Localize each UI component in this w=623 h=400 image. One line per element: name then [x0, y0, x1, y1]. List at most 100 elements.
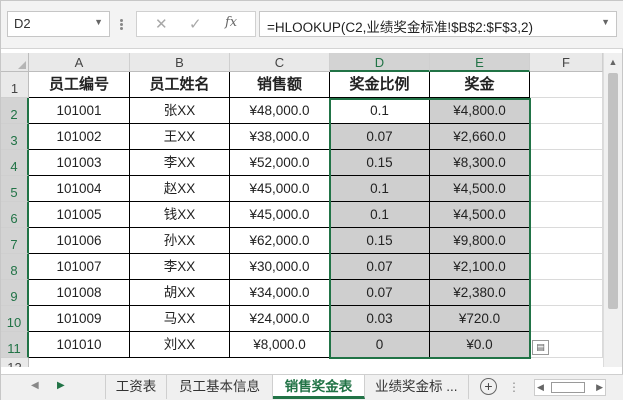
table-cell[interactable]: 王XX: [130, 124, 230, 150]
tab-payroll[interactable]: 工资表: [105, 375, 167, 399]
scroll-thumb[interactable]: [551, 382, 585, 393]
table-cell[interactable]: ¥2,660.0: [430, 124, 530, 150]
tab-performance-bonus[interactable]: 业绩奖金标 ...: [365, 375, 469, 399]
select-all-corner[interactable]: [1, 53, 29, 72]
table-cell[interactable]: 0: [330, 332, 430, 358]
empty-cell[interactable]: [530, 150, 603, 176]
enter-icon[interactable]: ✓: [189, 15, 202, 33]
insert-function-icon[interactable]: fx: [225, 15, 237, 30]
tab-split-handle[interactable]: ⋮: [508, 380, 520, 394]
row-header-2[interactable]: 2: [1, 98, 29, 124]
table-cell[interactable]: 0.15: [330, 228, 430, 254]
empty-cell[interactable]: [530, 254, 603, 280]
table-cell[interactable]: 刘XX: [130, 332, 230, 358]
quick-analysis-icon[interactable]: ▤: [532, 340, 549, 355]
header-cell[interactable]: 销售额: [230, 72, 330, 98]
table-cell[interactable]: ¥4,800.0: [430, 98, 530, 124]
empty-cell[interactable]: [530, 280, 603, 306]
table-cell[interactable]: 101009: [29, 306, 130, 332]
name-box[interactable]: D2 ▼: [7, 11, 110, 37]
table-cell[interactable]: 0.1: [330, 202, 430, 228]
empty-cell[interactable]: [530, 202, 603, 228]
table-cell[interactable]: ¥62,000.0: [230, 228, 330, 254]
table-cell[interactable]: 钱XX: [130, 202, 230, 228]
row-header-7[interactable]: 7: [1, 228, 29, 254]
table-cell[interactable]: 胡XX: [130, 280, 230, 306]
table-cell[interactable]: 0.07: [330, 124, 430, 150]
header-cell[interactable]: 奖金: [430, 72, 530, 98]
row-header-9[interactable]: 9: [1, 280, 29, 306]
table-cell[interactable]: 101008: [29, 280, 130, 306]
scroll-thumb[interactable]: [608, 73, 618, 309]
table-cell[interactable]: ¥2,100.0: [430, 254, 530, 280]
column-header-d[interactable]: D: [330, 53, 430, 72]
table-cell[interactable]: ¥45,000.0: [230, 202, 330, 228]
add-sheet-icon[interactable]: +: [480, 378, 497, 395]
table-cell[interactable]: ¥30,000.0: [230, 254, 330, 280]
tab-prev-icon[interactable]: ◀: [31, 380, 39, 391]
empty-cell[interactable]: [530, 72, 603, 98]
table-cell[interactable]: ¥34,000.0: [230, 280, 330, 306]
table-cell[interactable]: 0.03: [330, 306, 430, 332]
column-header-e[interactable]: E: [430, 53, 530, 72]
table-cell[interactable]: 赵XX: [130, 176, 230, 202]
table-cell[interactable]: 0.1: [330, 176, 430, 202]
table-cell[interactable]: 0.15: [330, 150, 430, 176]
row-header-5[interactable]: 5: [1, 176, 29, 202]
table-cell[interactable]: ¥8,000.0: [230, 332, 330, 358]
table-cell[interactable]: ¥48,000.0: [230, 98, 330, 124]
row-header-12[interactable]: 12: [1, 358, 29, 367]
header-cell[interactable]: 员工编号: [29, 72, 130, 98]
scroll-right-icon[interactable]: ▶: [596, 382, 603, 393]
header-cell[interactable]: 奖金比例: [330, 72, 430, 98]
table-cell[interactable]: ¥4,500.0: [430, 202, 530, 228]
table-cell[interactable]: 马XX: [130, 306, 230, 332]
empty-cell[interactable]: [530, 306, 603, 332]
table-cell[interactable]: 101007: [29, 254, 130, 280]
table-cell[interactable]: ¥720.0: [430, 306, 530, 332]
table-cell[interactable]: 0.07: [330, 280, 430, 306]
table-cell[interactable]: ¥4,500.0: [430, 176, 530, 202]
table-cell[interactable]: 李XX: [130, 254, 230, 280]
column-header-c[interactable]: C: [230, 53, 330, 72]
row-header-1[interactable]: 1: [1, 72, 29, 98]
table-cell[interactable]: ¥24,000.0: [230, 306, 330, 332]
empty-cell[interactable]: [530, 98, 603, 124]
empty-cell[interactable]: [530, 228, 603, 254]
formula-input[interactable]: =HLOOKUP(C2,业绩奖金标准!$B$2:$F$3,2) ▼: [259, 11, 617, 37]
table-cell[interactable]: 101006: [29, 228, 130, 254]
table-cell[interactable]: ¥45,000.0: [230, 176, 330, 202]
empty-cell[interactable]: [530, 124, 603, 150]
vertical-scrollbar[interactable]: ▲: [603, 53, 622, 367]
row-header-3[interactable]: 3: [1, 124, 29, 150]
row-header-10[interactable]: 10: [1, 306, 29, 332]
cancel-icon[interactable]: ✕: [155, 15, 168, 33]
scroll-up-icon[interactable]: ▲: [604, 53, 622, 71]
table-cell[interactable]: ¥9,800.0: [430, 228, 530, 254]
row-header-4[interactable]: 4: [1, 150, 29, 176]
table-cell[interactable]: ¥2,380.0: [430, 280, 530, 306]
table-cell[interactable]: 张XX: [130, 98, 230, 124]
table-cell[interactable]: 101003: [29, 150, 130, 176]
header-cell[interactable]: 员工姓名: [130, 72, 230, 98]
formula-bar-resize-handle[interactable]: [117, 11, 127, 37]
table-cell[interactable]: 101004: [29, 176, 130, 202]
tab-sales-bonus[interactable]: 销售奖金表: [273, 375, 365, 399]
row-header-6[interactable]: 6: [1, 202, 29, 228]
horizontal-scrollbar[interactable]: ◀ ▶: [534, 379, 606, 396]
table-cell[interactable]: 0.07: [330, 254, 430, 280]
column-header-b[interactable]: B: [130, 53, 230, 72]
table-cell[interactable]: 101010: [29, 332, 130, 358]
table-cell[interactable]: 李XX: [130, 150, 230, 176]
table-cell[interactable]: 101002: [29, 124, 130, 150]
tab-next-icon[interactable]: ▶: [57, 380, 65, 391]
column-header-f[interactable]: F: [530, 53, 603, 72]
row-header-8[interactable]: 8: [1, 254, 29, 280]
column-header-a[interactable]: A: [29, 53, 130, 72]
table-cell[interactable]: 孙XX: [130, 228, 230, 254]
chevron-down-icon[interactable]: ▼: [601, 17, 610, 27]
empty-cell[interactable]: [530, 176, 603, 202]
table-cell[interactable]: 101001: [29, 98, 130, 124]
scroll-left-icon[interactable]: ◀: [537, 382, 544, 393]
table-cell[interactable]: ¥38,000.0: [230, 124, 330, 150]
